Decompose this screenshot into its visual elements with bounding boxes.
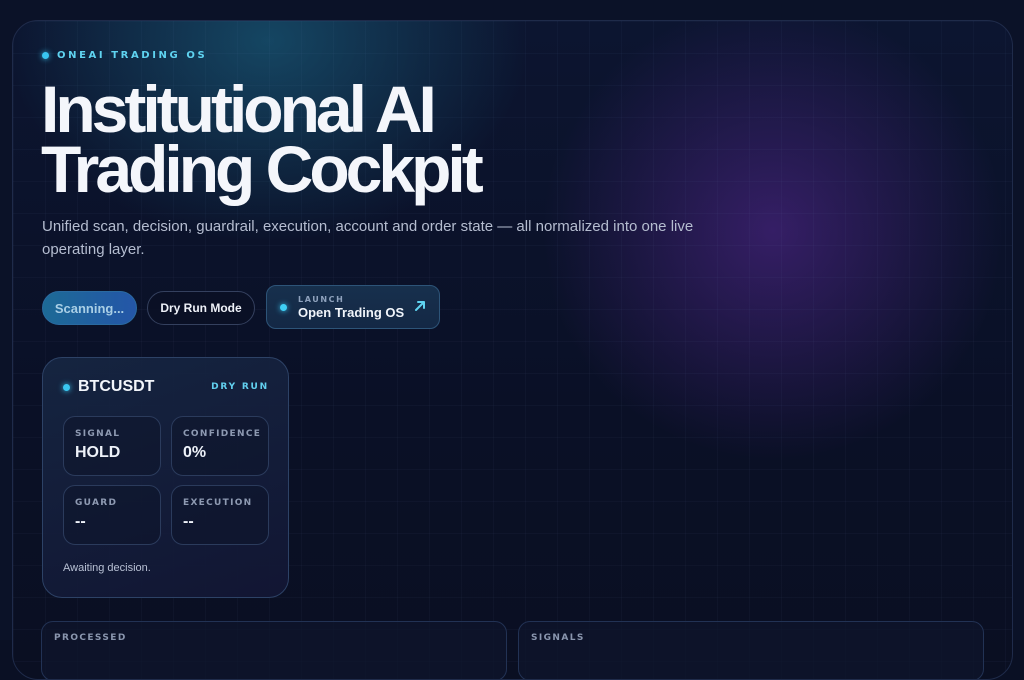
stat-value: --	[183, 513, 194, 530]
stat-label: GUARD	[75, 498, 118, 508]
stat-label: CONFIDENCE	[183, 429, 262, 439]
launch-eyebrow: LAUNCH	[298, 294, 345, 304]
scanning-button-label: Scanning...	[54, 300, 125, 316]
brand-eyebrow: ONEAI TRADING OS	[42, 50, 207, 61]
dot-icon	[42, 52, 49, 59]
panel-label: PROCESSED	[54, 633, 127, 643]
scanning-button[interactable]: Scanning...	[42, 291, 137, 325]
stat-execution: EXECUTION --	[171, 485, 269, 545]
processed-panel: PROCESSED	[41, 621, 507, 679]
brand-label: ONEAI TRADING OS	[57, 50, 208, 61]
mode-badge: DRY RUN	[211, 382, 269, 392]
stat-signal: SIGNAL HOLD	[63, 416, 161, 476]
cockpit-panel: ONEAI TRADING OS Institutional AI Tradin…	[12, 20, 1013, 680]
page-title: Institutional AI Trading Cockpit	[41, 72, 484, 206]
launch-text: LAUNCH Open Trading OS	[298, 295, 404, 320]
ticker-symbol: BTCUSDT	[78, 378, 155, 395]
launch-label: Open Trading OS	[298, 304, 405, 320]
open-trading-os-button[interactable]: LAUNCH Open Trading OS	[266, 285, 440, 329]
ticker-symbol-group: BTCUSDT	[63, 378, 154, 396]
stat-confidence: CONFIDENCE 0%	[171, 416, 269, 476]
ticker-card: BTCUSDT DRY RUN SIGNAL HOLD CONFIDENCE 0…	[42, 357, 289, 598]
stat-value: 0%	[183, 444, 207, 461]
panel-label: SIGNALS	[531, 633, 585, 643]
dot-icon	[63, 383, 70, 391]
stat-label: EXECUTION	[183, 498, 253, 508]
page: ONEAI TRADING OS Institutional AI Tradin…	[0, 0, 1024, 680]
ticker-card-header: BTCUSDT DRY RUN	[63, 378, 269, 396]
signals-panel: SIGNALS	[518, 621, 984, 679]
dry-run-mode-button[interactable]: Dry Run Mode	[147, 291, 255, 325]
stat-value: HOLD	[75, 444, 121, 461]
stat-label: SIGNAL	[75, 429, 121, 439]
dot-icon	[280, 303, 287, 311]
arrow-up-right-icon	[415, 301, 425, 311]
stat-guard: GUARD --	[63, 485, 161, 545]
page-subtitle: Unified scan, decision, guardrail, execu…	[42, 218, 694, 258]
decision-status: Awaiting decision.	[63, 562, 151, 574]
stat-value: --	[75, 513, 86, 530]
dry-run-mode-label: Dry Run Mode	[160, 301, 242, 315]
